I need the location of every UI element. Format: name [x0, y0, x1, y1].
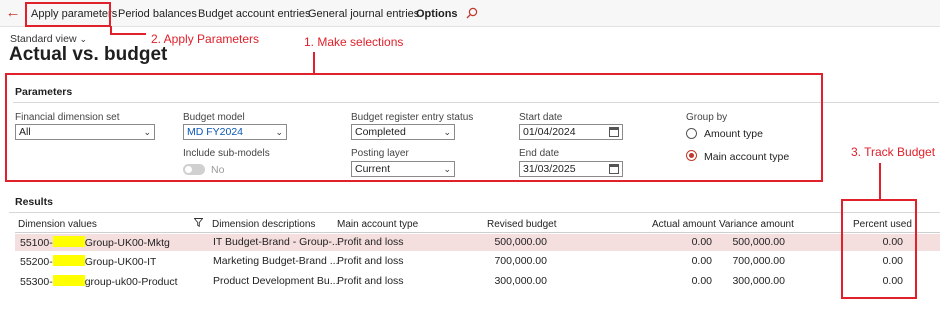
cell-main-account-type: Profit and loss: [337, 236, 404, 248]
search-icon[interactable]: [466, 7, 478, 19]
table-row[interactable]: 55300- group-uk00-Product Product Develop…: [15, 273, 940, 290]
cell-main-account-type: Profit and loss: [337, 275, 404, 287]
end-date-label: End date: [519, 148, 560, 159]
table-row[interactable]: 55200- Group-UK00-IT Marketing Budget-Bra…: [15, 253, 940, 270]
redaction-highlight: [52, 236, 85, 247]
start-date-label: Start date: [519, 112, 563, 123]
cell-variance-amount: 500,000.00: [732, 236, 785, 248]
column-header-dimension-values[interactable]: Dimension values: [18, 219, 97, 230]
cell-revised-budget: 700,000.00: [494, 255, 547, 267]
start-date-field[interactable]: 01/04/2024: [519, 124, 623, 140]
toggle-knob: [185, 166, 192, 173]
column-header-variance-amount[interactable]: Variance amount: [719, 219, 794, 230]
divider: [13, 102, 939, 103]
track-budget-connector: [879, 163, 881, 199]
cell-percent-used: 0.00: [882, 275, 903, 287]
chevron-down-icon: ⌄: [443, 127, 451, 137]
posting-layer-dropdown[interactable]: Current ⌄: [351, 161, 455, 177]
cell-percent-used: 0.00: [882, 255, 903, 267]
options-tab[interactable]: Options: [416, 0, 458, 27]
cell-dimension-description: IT Budget-Brand - Group-...: [213, 236, 341, 248]
financial-dimension-set-label: Financial dimension set: [15, 112, 120, 123]
cell-dimension-values: 55300- group-uk00-Product: [20, 275, 178, 288]
include-sub-models-label: Include sub-models: [183, 148, 270, 159]
filter-icon[interactable]: [194, 218, 203, 227]
group-by-label: Group by: [686, 112, 728, 123]
action-pane: ← Apply parameters Period balances Budge…: [0, 0, 940, 27]
apply-parameters-connector: [110, 33, 146, 35]
calendar-icon[interactable]: [609, 127, 619, 137]
cell-dimension-values: 55200- Group-UK00-IT: [20, 255, 157, 268]
calendar-icon[interactable]: [609, 164, 619, 174]
radio-amount-type[interactable]: [686, 128, 697, 139]
budget-account-entries-button[interactable]: Budget account entries: [198, 0, 311, 27]
include-sub-models-value: No: [211, 164, 225, 176]
financial-dimension-set-dropdown[interactable]: All ⌄: [15, 124, 155, 140]
table-row[interactable]: 55100- Group-UK00-Mktg IT Budget-Brand - …: [15, 234, 940, 251]
period-balances-button[interactable]: Period balances: [118, 0, 197, 27]
cell-revised-budget: 300,000.00: [494, 275, 547, 287]
track-budget-annotation: 3. Track Budget: [851, 145, 936, 159]
chevron-down-icon: ⌄: [79, 34, 88, 44]
divider: [15, 232, 940, 233]
budget-model-dropdown[interactable]: MD FY2024 ⌄: [183, 124, 287, 140]
divider: [9, 212, 940, 213]
page-title: Actual vs. budget: [9, 44, 168, 65]
chevron-down-icon: ⌄: [275, 127, 283, 137]
register-status-label: Budget register entry status: [351, 112, 474, 123]
redaction-highlight: [52, 275, 85, 286]
end-date-field[interactable]: 31/03/2025: [519, 161, 623, 177]
cell-dimension-description: Marketing Budget-Brand ...: [213, 255, 339, 267]
column-header-main-account-type[interactable]: Main account type: [337, 219, 418, 230]
results-title: Results: [15, 196, 53, 208]
cell-percent-used: 0.00: [882, 236, 903, 248]
cell-variance-amount: 700,000.00: [732, 255, 785, 267]
general-journal-entries-button[interactable]: General journal entries: [308, 0, 419, 27]
apply-parameters-button[interactable]: Apply parameters: [31, 0, 117, 27]
cell-revised-budget: 500,000.00: [494, 236, 547, 248]
chevron-down-icon: ⌄: [143, 127, 151, 137]
make-selections-connector: [313, 52, 315, 74]
register-status-dropdown[interactable]: Completed ⌄: [351, 124, 455, 140]
redaction-highlight: [52, 255, 85, 266]
radio-main-account-type-label: Main account type: [704, 151, 790, 163]
chevron-down-icon: ⌄: [443, 164, 451, 174]
column-header-percent-used[interactable]: Percent used: [853, 219, 912, 230]
radio-amount-type-label: Amount type: [704, 128, 763, 140]
budget-model-label: Budget model: [183, 112, 245, 123]
parameters-title: Parameters: [15, 86, 73, 98]
column-header-actual-amount[interactable]: Actual amount: [652, 219, 716, 230]
radio-main-account-type[interactable]: [686, 150, 697, 161]
cell-variance-amount: 300,000.00: [732, 275, 785, 287]
back-arrow-icon[interactable]: ←: [4, 4, 22, 22]
cell-dimension-description: Product Development Bu...: [213, 275, 339, 287]
posting-layer-label: Posting layer: [351, 148, 409, 159]
cell-main-account-type: Profit and loss: [337, 255, 404, 267]
column-header-revised-budget[interactable]: Revised budget: [487, 219, 557, 230]
cell-dimension-values: 55100- Group-UK00-Mktg: [20, 236, 170, 249]
include-sub-models-toggle[interactable]: [183, 164, 205, 175]
column-header-dimension-descriptions[interactable]: Dimension descriptions: [212, 219, 315, 230]
make-selections-annotation: 1. Make selections: [304, 35, 404, 49]
